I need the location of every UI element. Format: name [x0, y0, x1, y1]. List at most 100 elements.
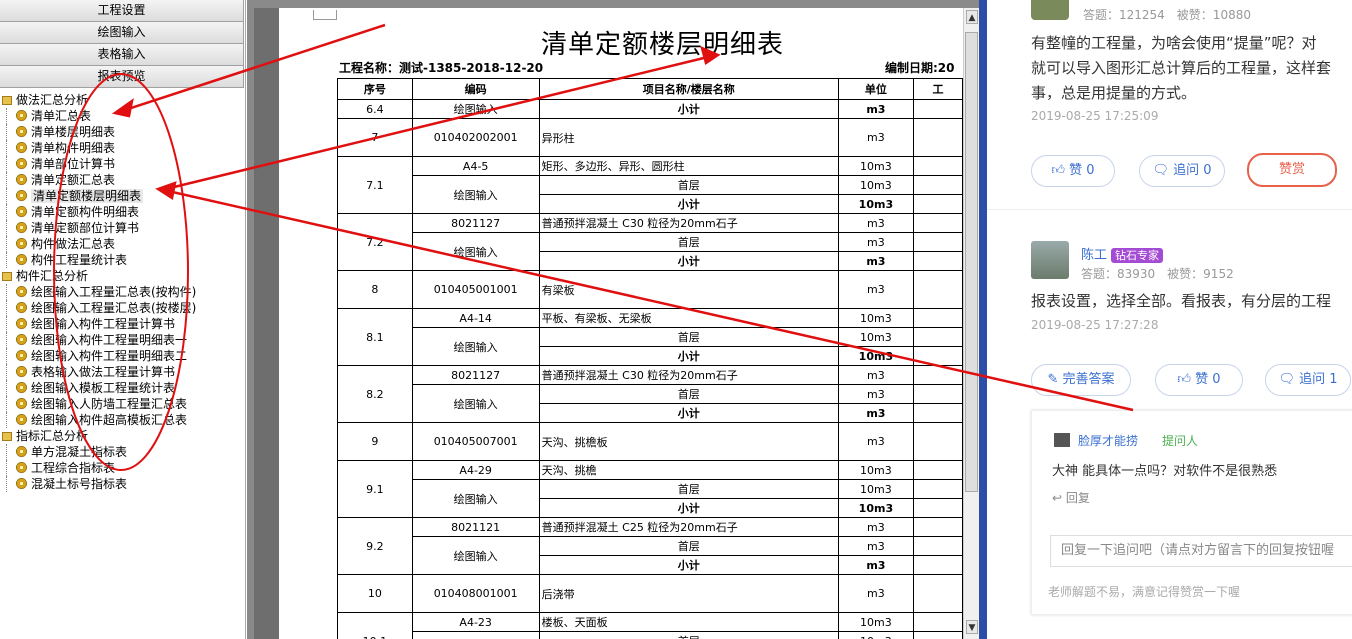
tree-item-label: 清单部位计算书 [31, 157, 116, 171]
tree-item-label: 构件工程量统计表 [31, 253, 128, 267]
tree-line [6, 188, 7, 204]
tree-line [6, 380, 7, 396]
folder-icon [2, 272, 12, 281]
table-row: 9.2 8021121 普通预拌混凝土 C25 粒径为20mm石子 m3 [337, 517, 963, 575]
tree-item[interactable]: 清单定额部位计算书 [0, 220, 244, 236]
tree-item[interactable]: 清单汇总表 [0, 108, 244, 124]
like-button[interactable]: 👍︎ 赞 0 [1155, 364, 1243, 396]
left-tab-4[interactable]: 报表预览 [0, 66, 244, 88]
tree-item-label: 表格输入做法工程量计算书 [31, 365, 176, 379]
follow-up-button[interactable]: 🗨︎ 追问 1 [1265, 364, 1351, 396]
tree-line [6, 412, 7, 428]
table-cell: 首层 [538, 175, 839, 195]
answer1-time: 2019-08-25 17:25:09 [1031, 109, 1159, 123]
reply-link[interactable]: ↩ 回复 [1052, 489, 1090, 506]
improve-answer-button[interactable]: ✎ 完善答案 [1031, 364, 1131, 396]
table-cell: 小计 [538, 99, 839, 119]
tree-group[interactable]: 指标汇总分析 [0, 428, 244, 444]
tree-group[interactable]: 做法汇总分析 [0, 92, 244, 108]
comment-icon: 🗨︎ [1152, 163, 1169, 178]
report-gear-icon [16, 222, 27, 233]
table-cell [912, 403, 963, 423]
report-gear-icon [16, 174, 27, 185]
tree-item[interactable]: 绘图输入工程量汇总表(按构件) [0, 284, 244, 300]
scroll-down-arrow-icon[interactable]: ▼ [966, 620, 978, 634]
scroll-thumb[interactable] [965, 32, 978, 492]
compile-date: 编制日期:20 [885, 61, 955, 75]
tree-item[interactable]: 清单定额楼层明细表 [0, 188, 244, 204]
user2-name[interactable]: 陈工 [1081, 248, 1107, 263]
report-preview-page: 清单定额楼层明细表 工程名称：测试-1385-2018-12-20 编制日期:2… [279, 8, 963, 639]
user2-avatar[interactable] [1031, 241, 1069, 279]
answer2-time: 2019-08-25 17:27:28 [1031, 318, 1159, 332]
tree-item-label: 构件做法汇总表 [31, 237, 116, 251]
tree-item[interactable]: 绘图输入构件工程量明细表一 [0, 332, 244, 348]
left-tab-3[interactable]: 表格输入 [0, 44, 244, 66]
tree-item-label: 绘图输入模板工程量统计表 [31, 381, 176, 395]
report-gear-icon [16, 126, 27, 137]
table-cell: m3 [837, 536, 914, 556]
table-cell [912, 460, 963, 480]
tree-item[interactable]: 绘图输入工程量汇总表(按楼层) [0, 300, 244, 316]
table-cell: A4-5 [411, 156, 540, 176]
asker-name[interactable]: 脸厚才能捞 [1078, 432, 1138, 449]
report-gear-icon [16, 414, 27, 425]
like-button[interactable]: 👍︎ 赞 0 [1031, 155, 1115, 187]
tree-item[interactable]: 绘图输入人防墙工程量汇总表 [0, 396, 244, 412]
table-row: 7 010402002001 异形柱 m3 [337, 118, 963, 157]
follow-up-reply-input[interactable]: 回复一下追问吧（请点对方留言下的回复按钮喔 [1050, 535, 1352, 567]
table-cell: 8.1 [337, 308, 413, 366]
table-cell: 010408001001 [411, 574, 540, 613]
left-tab-1[interactable]: 工程设置 [0, 0, 244, 22]
tree-item[interactable]: 绘图输入模板工程量统计表 [0, 380, 244, 396]
tree-item[interactable]: 绘图输入构件工程量明细表二 [0, 348, 244, 364]
tree-item[interactable]: 混凝土标号指标表 [0, 476, 244, 492]
follow-up-button[interactable]: 🗨︎ 追问 0 [1139, 155, 1225, 187]
tree-group[interactable]: 构件汇总分析 [0, 268, 244, 284]
tree-item[interactable]: 构件做法汇总表 [0, 236, 244, 252]
left-tab-2[interactable]: 绘图输入 [0, 22, 244, 44]
table-cell: m3 [837, 99, 914, 119]
tree-item[interactable]: 单方混凝土指标表 [0, 444, 244, 460]
tree-item[interactable]: 清单部位计算书 [0, 156, 244, 172]
table-cell: 9.1 [337, 460, 413, 518]
table-cell: m3 [837, 384, 914, 404]
report-gear-icon [16, 366, 27, 377]
user1-avatar[interactable] [1031, 0, 1069, 20]
tree-item[interactable]: 绘图输入构件超高模板汇总表 [0, 412, 244, 428]
asker-avatar[interactable] [1054, 433, 1070, 447]
asker-tag: 提问人 [1162, 434, 1199, 448]
table-cell [912, 384, 963, 404]
preview-vertical-scrollbar[interactable]: ▲ ▼ [963, 8, 979, 639]
tree-item[interactable]: 工程综合指标表 [0, 460, 244, 476]
tree-item[interactable]: 清单定额构件明细表 [0, 204, 244, 220]
table-row: 绘图输入 首层 m3 [338, 232, 963, 271]
table-cell: 7.2 [337, 213, 413, 271]
table-cell: 10m3 [837, 175, 914, 195]
table-cell: 8021121 [411, 517, 540, 537]
table-cell: 10m3 [837, 308, 914, 328]
tree-item[interactable]: 构件工程量统计表 [0, 252, 244, 268]
preview-margin-inner [254, 8, 279, 639]
tree-item[interactable]: 清单构件明细表 [0, 140, 244, 156]
report-table: 序号 编码 项目名称/楼层名称 单位工 6.4 绘图输入 小计 m3 7 01040200200… [337, 78, 963, 639]
reward-button[interactable]: 赞赏 [1247, 153, 1337, 187]
table-cell: m3 [837, 213, 914, 233]
tree-line [6, 140, 7, 156]
column-header: 项目名称/楼层名称 [538, 78, 839, 100]
tree-item[interactable]: 表格输入做法工程量计算书 [0, 364, 244, 380]
table-cell: 10m3 [837, 194, 914, 214]
tree-item[interactable]: 清单楼层明细表 [0, 124, 244, 140]
table-cell: 8.2 [337, 365, 413, 423]
tree-item-label: 清单定额汇总表 [31, 173, 116, 187]
scroll-up-arrow-icon[interactable]: ▲ [966, 10, 978, 24]
tree-item[interactable]: 清单定额汇总表 [0, 172, 244, 188]
table-cell: 绘图输入 [411, 384, 540, 423]
tree-item[interactable]: 绘图输入构件工程量计算书 [0, 316, 244, 332]
tree-line [6, 108, 7, 124]
window-divider [979, 0, 987, 639]
table-cell: 9 [337, 422, 413, 461]
table-cell: 绘图输入 [411, 232, 540, 271]
tree-item-label: 清单定额部位计算书 [31, 221, 140, 235]
tree-line [6, 332, 7, 348]
